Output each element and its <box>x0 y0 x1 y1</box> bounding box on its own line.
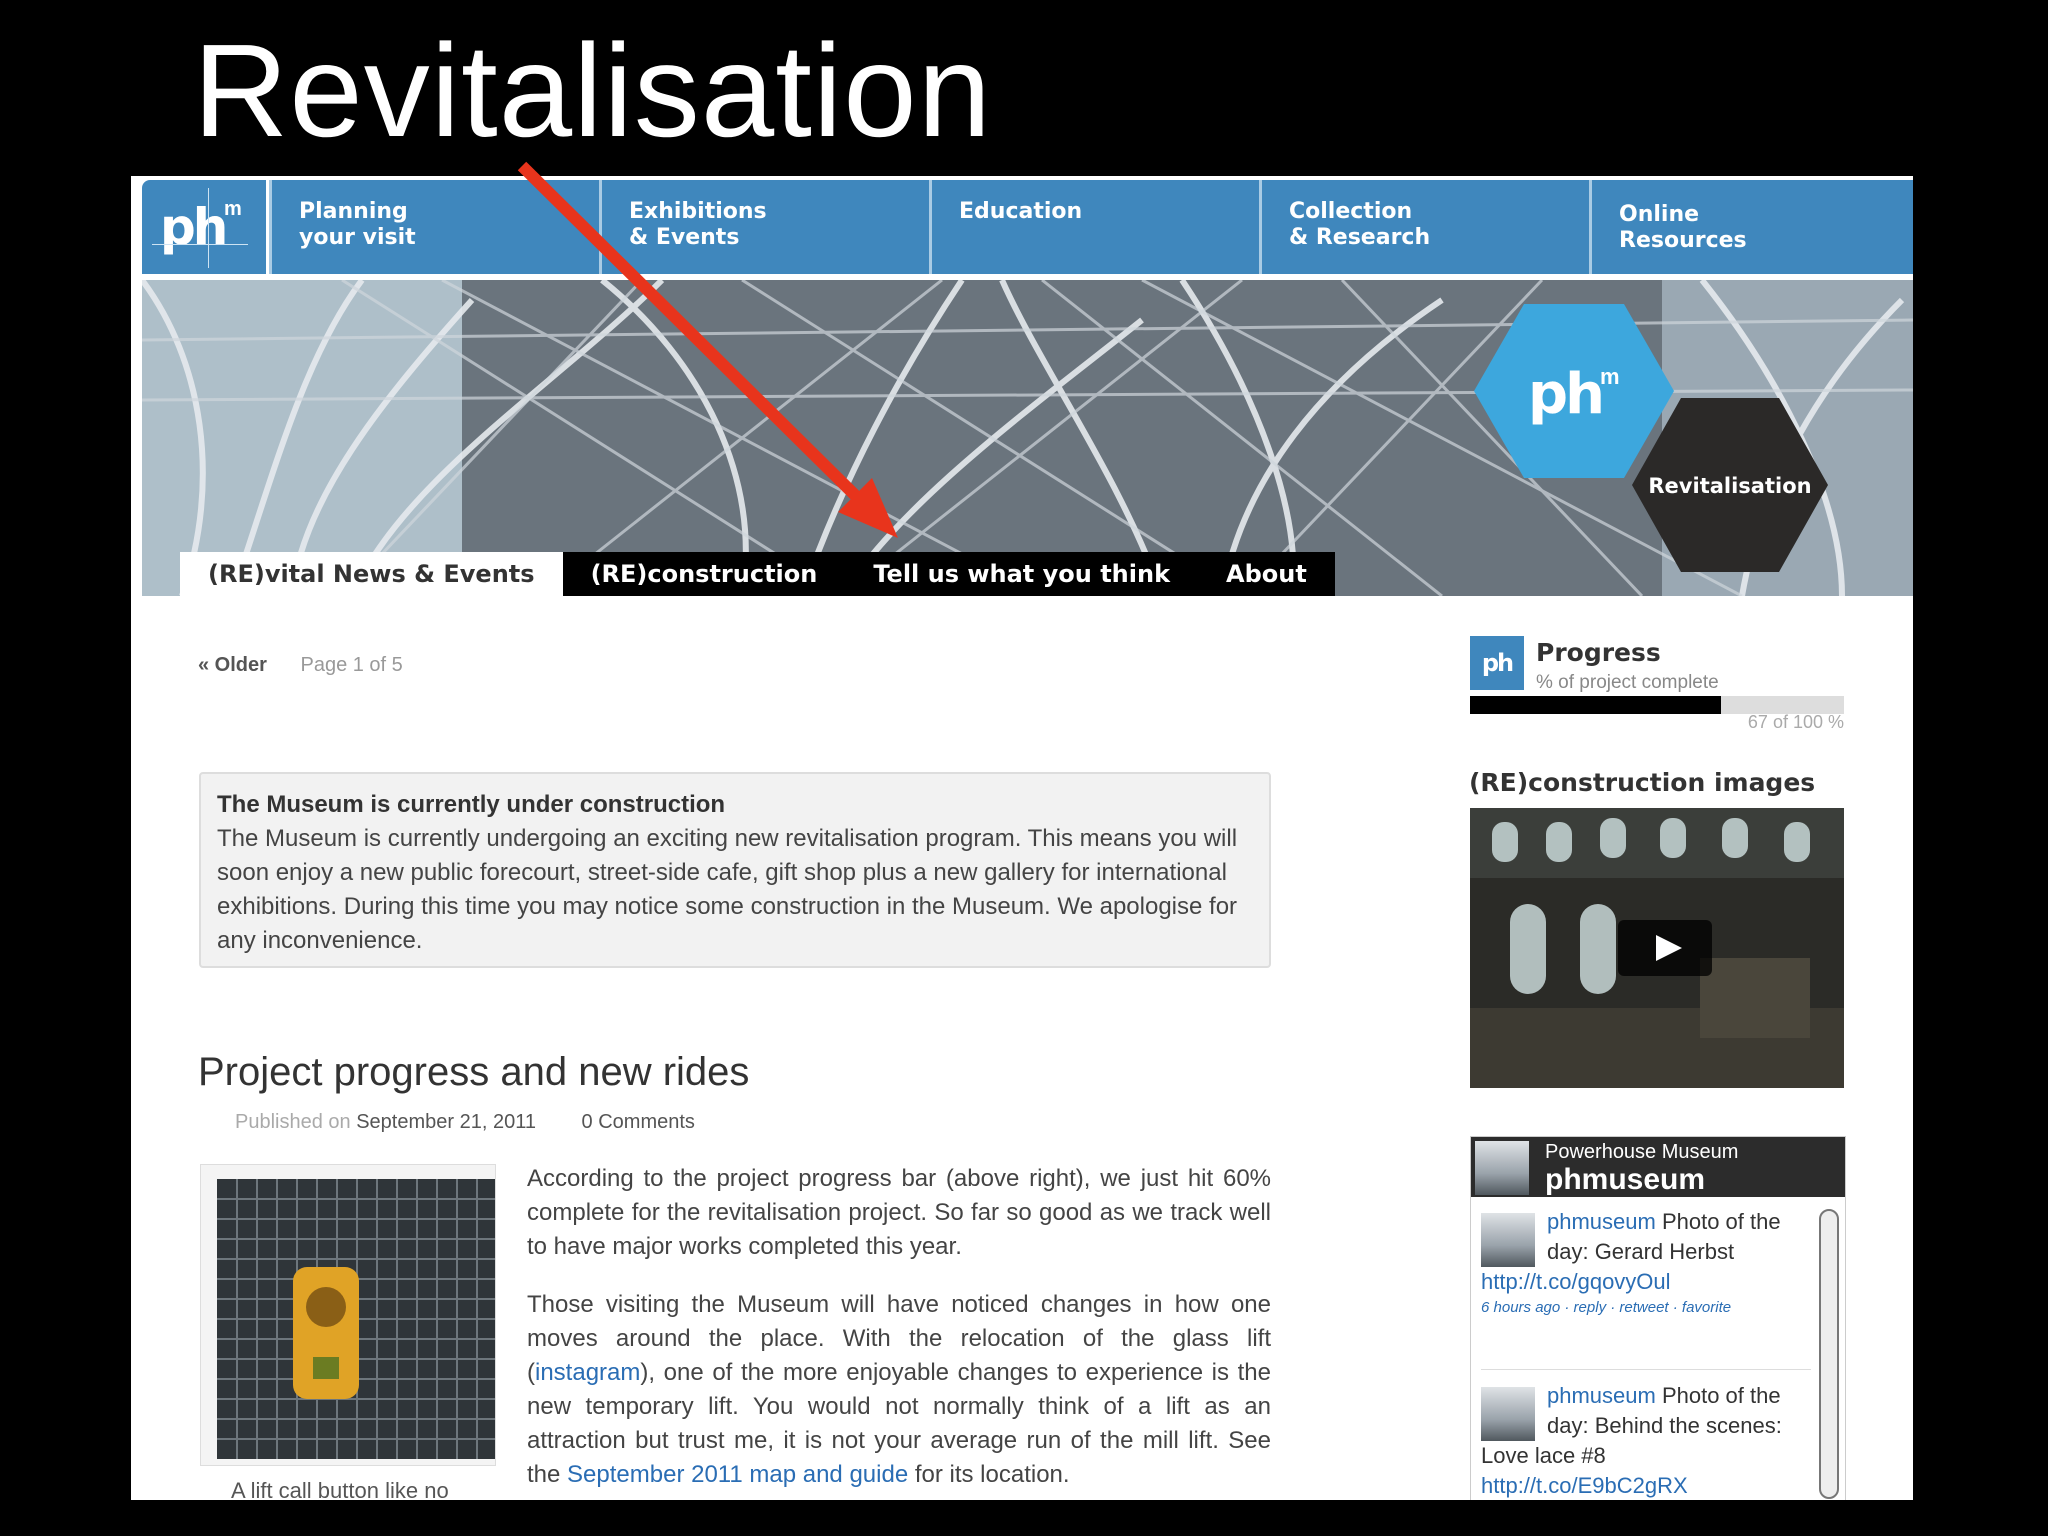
annotation-arrow <box>517 161 898 538</box>
